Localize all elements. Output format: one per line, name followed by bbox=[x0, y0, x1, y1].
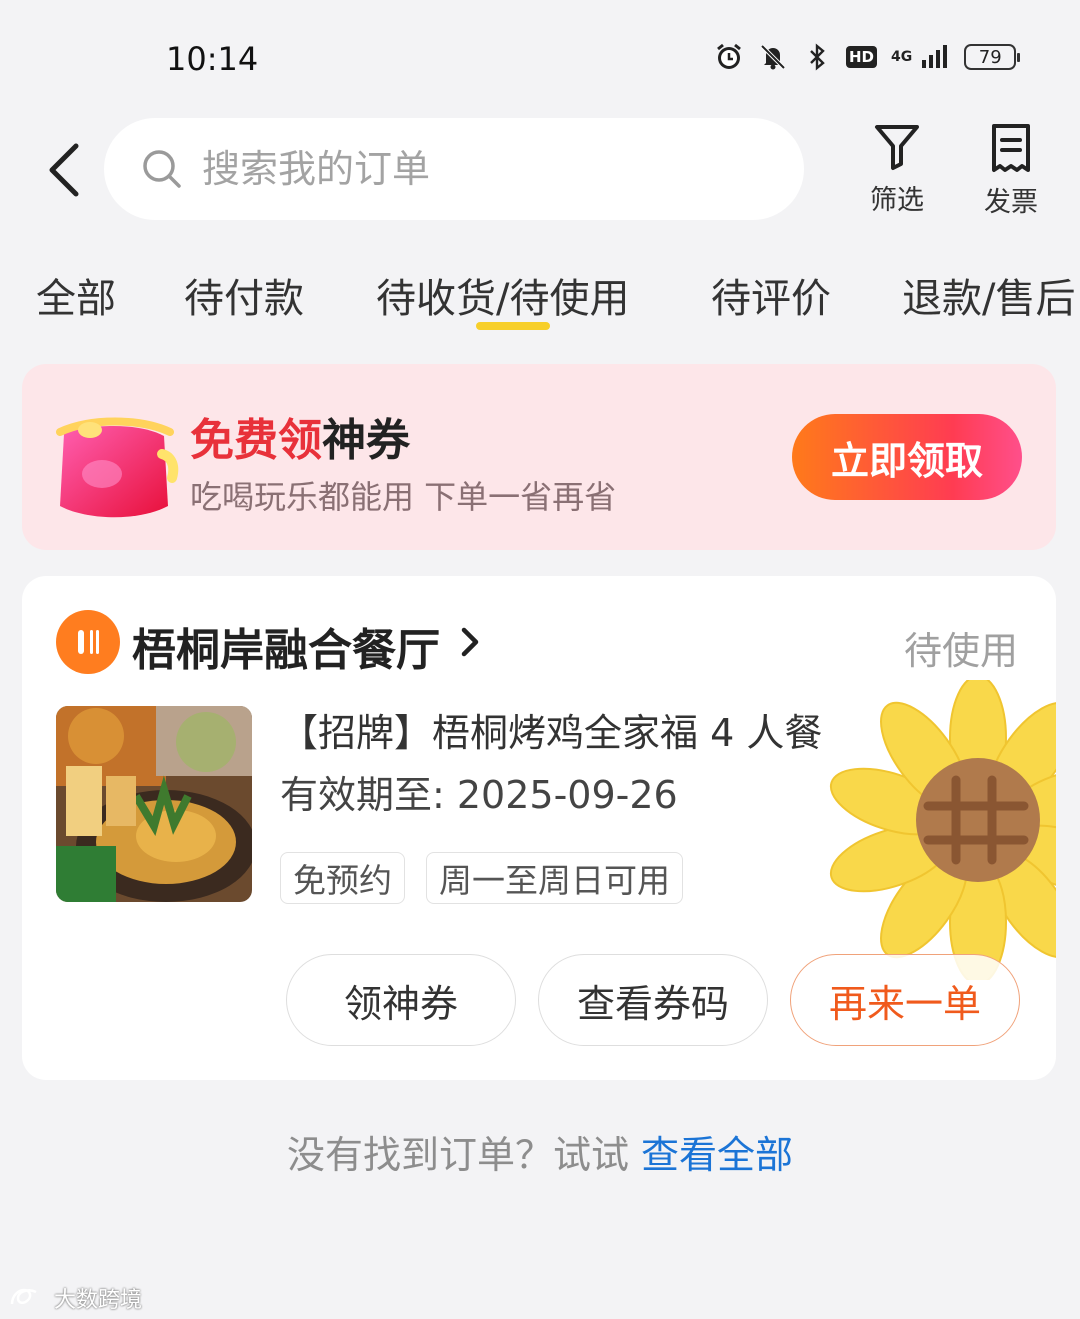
promo-subtitle: 吃喝玩乐都能用 下单一省再省 bbox=[190, 478, 617, 516]
signal-icon bbox=[920, 42, 950, 72]
view-all-link[interactable]: 查看全部 bbox=[641, 1133, 793, 1177]
tab-to-review[interactable]: 待评价 bbox=[711, 266, 831, 324]
search-icon bbox=[143, 150, 181, 188]
store-name[interactable]: 梧桐岸融合餐厅 bbox=[132, 614, 440, 678]
network-label: 4G bbox=[891, 49, 913, 65]
tab-to-receive-use[interactable]: 待收货/待使用 bbox=[376, 266, 629, 324]
watermark: 大数跨境 bbox=[8, 1282, 142, 1314]
alarm-icon bbox=[714, 42, 744, 72]
get-coupon-button[interactable]: 领神券 bbox=[286, 954, 516, 1046]
invoice-button[interactable]: 发票 bbox=[966, 122, 1056, 219]
search-input[interactable] bbox=[200, 146, 764, 192]
watermark-text: 大数跨境 bbox=[54, 1288, 143, 1313]
watermark-logo-icon bbox=[10, 1288, 37, 1305]
search-bar[interactable] bbox=[104, 118, 804, 220]
hd-badge: HD bbox=[846, 46, 878, 68]
promo-title-rest: 神券 bbox=[322, 415, 410, 466]
empty-hint: 没有找到订单？试试 查看全部 bbox=[0, 1124, 1080, 1179]
mute-bell-icon bbox=[758, 42, 788, 72]
filter-label: 筛选 bbox=[870, 185, 924, 216]
chevron-left-icon bbox=[49, 143, 79, 197]
reorder-button[interactable]: 再来一单 bbox=[790, 954, 1020, 1046]
product-thumbnail[interactable] bbox=[56, 706, 252, 902]
bluetooth-icon bbox=[802, 42, 832, 72]
restaurant-icon bbox=[56, 610, 120, 674]
lucky-bag-icon bbox=[56, 417, 179, 518]
status-time: 10:14 bbox=[166, 40, 259, 78]
tag-available-days: 周一至周日可用 bbox=[426, 852, 683, 904]
order-status: 待使用 bbox=[903, 629, 1018, 673]
sunflower-decoration bbox=[829, 680, 1056, 980]
claim-now-button[interactable]: 立即领取 bbox=[792, 414, 1022, 500]
chevron-right-icon[interactable] bbox=[456, 622, 486, 662]
filter-button[interactable]: 筛选 bbox=[852, 122, 942, 217]
battery-indicator: 79 bbox=[964, 44, 1021, 70]
invoice-label: 发票 bbox=[984, 187, 1038, 218]
empty-hint-text: 没有找到订单？试试 bbox=[286, 1133, 642, 1177]
order-card[interactable]: 梧桐岸融合餐厅 待使用 【招牌】梧桐烤鸡全家福 4 人餐 有效期至: 2025-… bbox=[22, 576, 1056, 1080]
invoice-icon bbox=[992, 124, 1030, 172]
validity-date: 有效期至: 2025-09-26 bbox=[280, 773, 678, 817]
product-title[interactable]: 【招牌】梧桐烤鸡全家福 4 人餐 bbox=[280, 702, 822, 757]
tag-no-reservation: 免预约 bbox=[280, 852, 405, 904]
promo-title: 免费领神券 bbox=[190, 404, 410, 468]
view-voucher-code-button[interactable]: 查看券码 bbox=[538, 954, 768, 1046]
back-button[interactable] bbox=[40, 138, 90, 202]
tab-pending-payment[interactable]: 待付款 bbox=[184, 266, 304, 324]
tab-refund-aftersales[interactable]: 退款/售后 bbox=[902, 266, 1075, 324]
tab-all[interactable]: 全部 bbox=[36, 266, 116, 324]
active-tab-indicator bbox=[476, 322, 550, 330]
promo-title-highlight: 免费领 bbox=[190, 415, 322, 466]
coupon-promo-banner[interactable]: 免费领神券 吃喝玩乐都能用 下单一省再省 立即领取 bbox=[22, 364, 1056, 550]
status-icons: HD 4G 79 bbox=[714, 42, 1021, 72]
filter-icon bbox=[875, 125, 919, 170]
